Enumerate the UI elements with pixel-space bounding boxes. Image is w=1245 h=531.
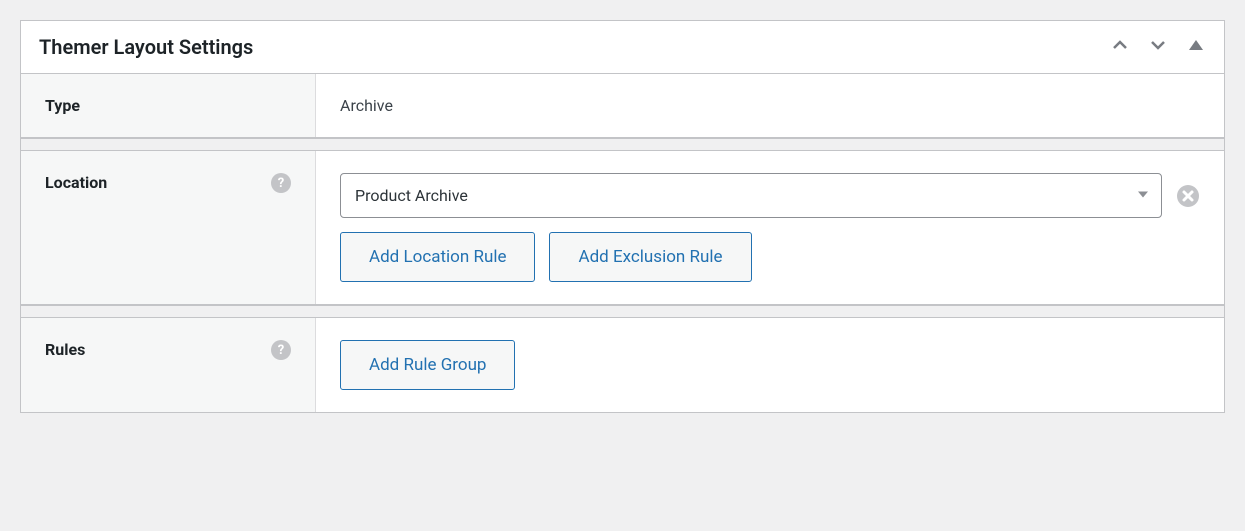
- type-label-cell: Type: [21, 74, 316, 137]
- move-up-icon[interactable]: [1110, 35, 1130, 59]
- location-buttons: Add Location Rule Add Exclusion Rule: [340, 232, 1200, 282]
- panel-header: Themer Layout Settings: [21, 21, 1224, 74]
- add-location-rule-button[interactable]: Add Location Rule: [340, 232, 535, 282]
- location-row: Location ? Product Archive Add Location: [21, 150, 1224, 305]
- remove-location-icon[interactable]: [1176, 184, 1200, 208]
- rules-content: Add Rule Group: [316, 318, 1224, 412]
- add-exclusion-rule-button[interactable]: Add Exclusion Rule: [549, 232, 751, 282]
- location-label-cell: Location ?: [21, 151, 316, 304]
- type-value-cell: Archive: [316, 74, 1224, 137]
- help-icon[interactable]: ?: [271, 173, 291, 193]
- panel-header-controls: [1110, 35, 1206, 59]
- rules-label-cell: Rules ?: [21, 318, 316, 412]
- location-select-wrap: Product Archive: [340, 173, 1162, 218]
- toggle-panel-icon[interactable]: [1186, 35, 1206, 59]
- rules-label: Rules: [45, 340, 85, 359]
- location-select[interactable]: Product Archive: [340, 173, 1162, 218]
- themer-layout-settings-panel: Themer Layout Settings Type Archive Loca…: [20, 20, 1225, 413]
- rules-row: Rules ? Add Rule Group: [21, 317, 1224, 412]
- location-select-value: Product Archive: [355, 186, 468, 205]
- type-row: Type Archive: [21, 74, 1224, 138]
- location-select-row: Product Archive: [340, 173, 1200, 218]
- panel-title: Themer Layout Settings: [39, 35, 253, 59]
- add-rule-group-button[interactable]: Add Rule Group: [340, 340, 515, 390]
- type-value: Archive: [340, 96, 393, 115]
- help-icon[interactable]: ?: [271, 340, 291, 360]
- rules-buttons: Add Rule Group: [340, 340, 1200, 390]
- location-content: Product Archive Add Location Rule Add Ex…: [316, 151, 1224, 304]
- type-label: Type: [45, 96, 80, 115]
- location-label: Location: [45, 173, 107, 192]
- move-down-icon[interactable]: [1148, 35, 1168, 59]
